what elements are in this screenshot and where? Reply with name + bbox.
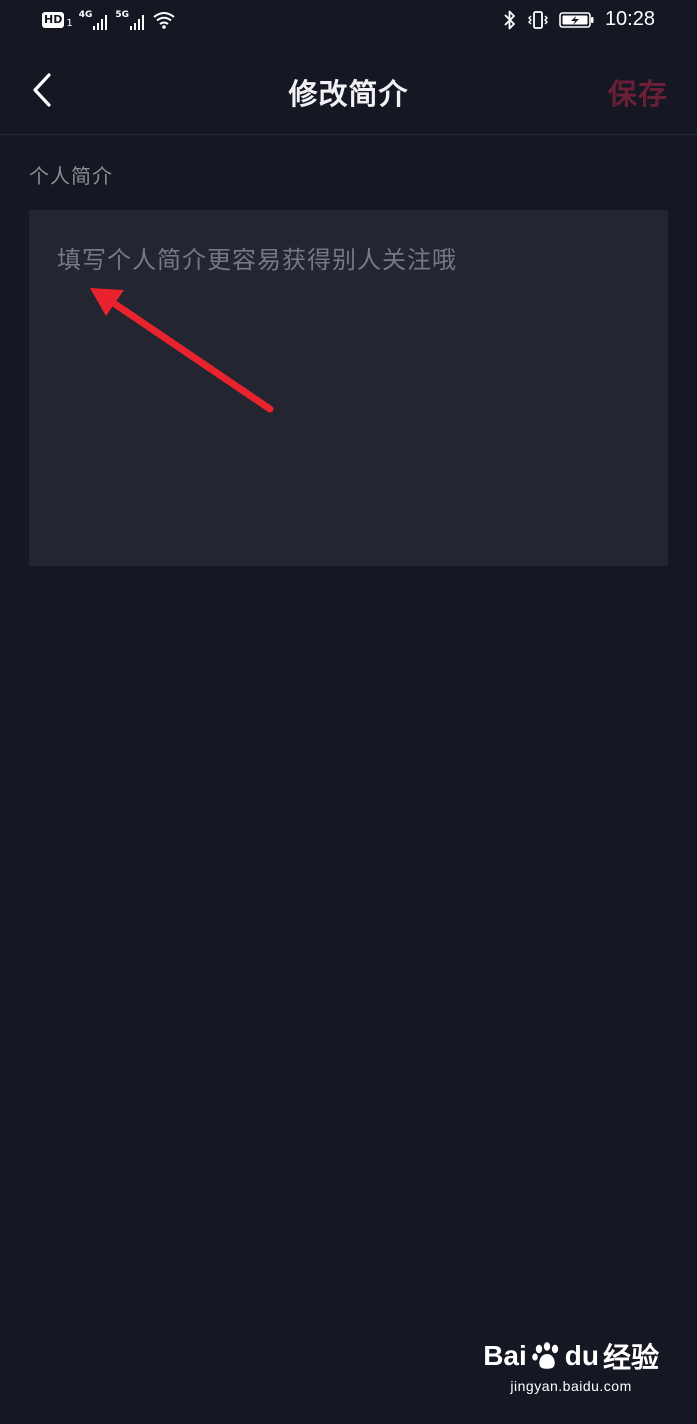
bluetooth-icon — [504, 10, 515, 29]
hd-badge: HD — [42, 12, 65, 28]
watermark-logo: Bai du 经验 — [483, 1336, 659, 1376]
nav-bar: 修改简介 保存 — [0, 44, 697, 135]
status-bar: HD 1 4G 5G 10:28 — [0, 0, 697, 44]
network-1: 4G — [79, 10, 110, 30]
vibrate-icon — [527, 10, 548, 29]
watermark-brand-right: du — [564, 1340, 599, 1371]
bio-input[interactable] — [29, 210, 668, 566]
network-2: 5G — [115, 10, 146, 30]
status-right: 10:28 — [503, 8, 655, 31]
bio-input-container[interactable] — [29, 210, 668, 566]
wifi-icon — [153, 12, 175, 29]
page-title: 修改简介 — [288, 77, 409, 111]
signal-icon — [93, 15, 108, 30]
network-1-label: 4G — [78, 10, 93, 20]
status-left: HD 1 4G 5G — [42, 10, 176, 30]
watermark-brand-suffix: 经验 — [602, 1342, 659, 1373]
battery-charging-icon — [559, 11, 594, 28]
sim-number: 1 — [66, 17, 73, 29]
network-2-label: 5G — [115, 10, 130, 20]
baidu-watermark: Bai du 经验 jingyan.baidu.com — [483, 1336, 659, 1394]
watermark-domain: jingyan.baidu.com — [510, 1378, 632, 1394]
save-button[interactable]: 保存 — [608, 71, 668, 113]
bio-section-label: 个人简介 — [29, 164, 113, 188]
watermark-brand-left: Bai — [483, 1340, 527, 1371]
paw-icon — [531, 1342, 558, 1369]
clock: 10:28 — [604, 8, 655, 30]
signal-icon — [130, 15, 145, 30]
